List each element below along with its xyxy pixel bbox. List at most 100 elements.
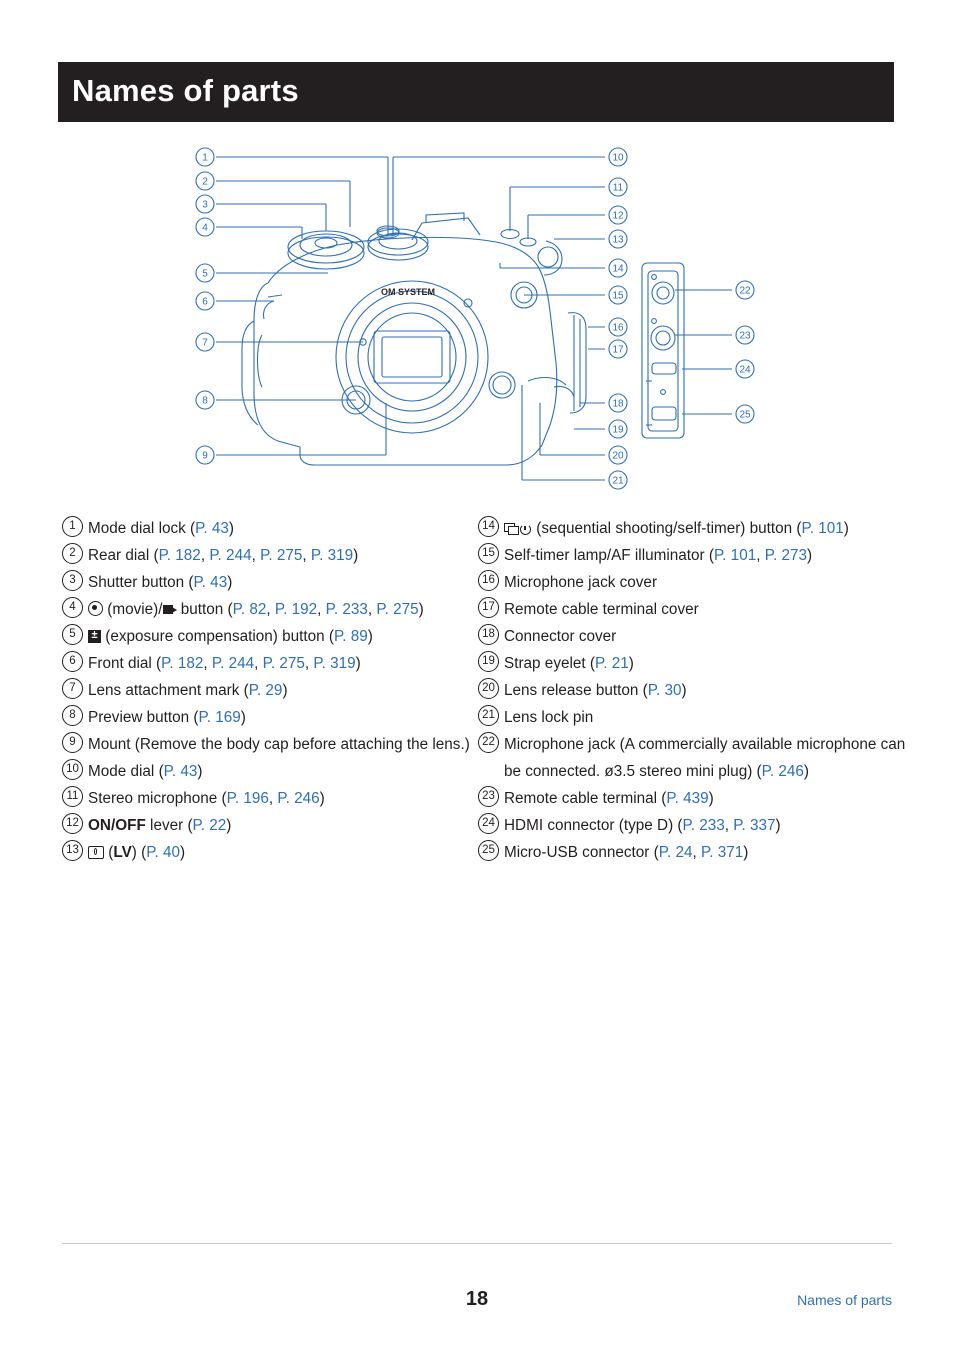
list-item: 24 HDMI connector (type D) (P. 233, P. 33…: [478, 812, 908, 839]
svg-text:7: 7: [202, 338, 208, 349]
svg-text:13: 13: [612, 235, 624, 246]
svg-text:OM SYSTEM: OM SYSTEM: [381, 287, 435, 297]
svg-text:3: 3: [202, 200, 208, 211]
callout-number: 12: [62, 813, 83, 834]
callout-number: 11: [62, 786, 83, 807]
list-item-text: Remote cable terminal cover: [504, 601, 699, 618]
callout-number: 25: [478, 840, 499, 861]
svg-text:23: 23: [739, 331, 751, 342]
callout-number: 22: [478, 732, 499, 753]
list-item: 20 Lens release button (P. 30): [478, 677, 908, 704]
list-item: 18 Connector cover: [478, 623, 908, 650]
list-item-text: Micro-USB connector (P. 24, P. 371): [504, 844, 749, 861]
list-item: 23 Remote cable terminal (P. 439): [478, 785, 908, 812]
list-item-text: Mount (Remove the body cap before attach…: [88, 736, 470, 753]
svg-text:2: 2: [202, 177, 208, 188]
list-item: 15 Self-timer lamp/AF illuminator (P. 101…: [478, 542, 908, 569]
svg-text:1: 1: [202, 153, 208, 164]
callout-group-panel: 22 23 24 25: [735, 280, 755, 424]
list-item: 12 ON/OFF lever (P. 22): [62, 812, 482, 839]
list-item: 2 Rear dial (P. 182, P. 244, P. 275, P. 3…: [62, 542, 482, 569]
callout-number: 9: [62, 732, 83, 753]
svg-text:18: 18: [612, 399, 624, 410]
list-item: 5 (exposure compensation) button (P. 89): [62, 623, 482, 650]
callout-number: 7: [62, 678, 83, 699]
list-item: 21 Lens lock pin: [478, 704, 908, 731]
callout-number: 10: [62, 759, 83, 780]
callout-number: 15: [478, 543, 499, 564]
callout-number: 13: [62, 840, 83, 861]
svg-text:9: 9: [202, 451, 208, 462]
list-item-text: Stereo microphone (P. 196, P. 246): [88, 790, 325, 807]
list-item-text: Lens release button (P. 30): [504, 682, 687, 699]
list-item-text: Lens lock pin: [504, 709, 594, 726]
callout-number: 21: [478, 705, 499, 726]
leader-lines-left: [216, 156, 389, 456]
page-title: Names of parts: [72, 73, 299, 108]
parts-list-right: 14 (sequential shooting/self-timer) butt…: [478, 515, 908, 866]
list-item: 8 Preview button (P. 169): [62, 704, 482, 731]
list-item-text: HDMI connector (type D) (P. 233, P. 337): [504, 817, 781, 834]
callout-number: 20: [478, 678, 499, 699]
list-item: 11 Stereo microphone (P. 196, P. 246): [62, 785, 482, 812]
svg-text:5: 5: [202, 269, 208, 280]
page: Names of parts .ln { fill:none; stroke:#…: [0, 0, 954, 1354]
callout-number: 16: [478, 570, 499, 591]
list-item-text: Self-timer lamp/AF illuminator (P. 101, …: [504, 547, 813, 564]
list-item-text: (LV) (P. 40): [88, 839, 482, 866]
callout-number: 14: [478, 516, 499, 537]
svg-text:11: 11: [613, 183, 624, 194]
camera-body-illustration: OM SYSTEM: [241, 212, 587, 466]
svg-text:17: 17: [612, 345, 624, 356]
callout-number: 5: [62, 624, 83, 645]
callout-group-left: 1 2 3 4 5 6 7 8 9: [195, 147, 215, 465]
callout-number: 8: [62, 705, 83, 726]
list-item: 10 Mode dial (P. 43): [62, 758, 482, 785]
list-item: 19 Strap eyelet (P. 21): [478, 650, 908, 677]
svg-text:4: 4: [202, 223, 208, 234]
list-item: 4 (movie)/ button (P. 82, P. 192, P. 233…: [62, 596, 482, 623]
svg-text:15: 15: [612, 291, 624, 302]
svg-text:24: 24: [739, 365, 751, 376]
list-item-text: Preview button (P. 169): [88, 709, 246, 726]
callout-number: 1: [62, 516, 83, 537]
list-item: 13 (LV) (P. 40): [62, 839, 482, 866]
list-item: 14 (sequential shooting/self-timer) butt…: [478, 515, 908, 542]
list-item: 6 Front dial (P. 182, P. 244, P. 275, P. …: [62, 650, 482, 677]
svg-text:21: 21: [612, 476, 624, 487]
list-item-text: Mode dial (P. 43): [88, 763, 203, 780]
svg-text:10: 10: [612, 153, 624, 164]
callout-number: 6: [62, 651, 83, 672]
callout-number: 24: [478, 813, 499, 834]
callout-number: 4: [62, 597, 83, 618]
footer-divider: [62, 1243, 892, 1244]
svg-text:20: 20: [612, 451, 624, 462]
list-item: 25 Micro-USB connector (P. 24, P. 371): [478, 839, 908, 866]
svg-text:16: 16: [612, 323, 624, 334]
callout-number: 17: [478, 597, 499, 618]
running-head: Names of parts: [797, 1292, 892, 1308]
list-item-text: ON/OFF lever (P. 22): [88, 817, 232, 834]
list-item-text: Microphone jack cover: [504, 574, 658, 591]
list-item-text: Remote cable terminal (P. 439): [504, 790, 714, 807]
svg-text:12: 12: [612, 211, 624, 222]
list-item-text: Front dial (P. 182, P. 244, P. 275, P. 3…: [88, 655, 361, 672]
callout-number: 18: [478, 624, 499, 645]
list-item: 22 Microphone jack (A commercially availa…: [478, 731, 908, 785]
camera-diagram: .ln { fill:none; stroke:#2d6fb5; stroke-…: [150, 135, 810, 505]
svg-text:19: 19: [612, 425, 624, 436]
list-item: 9 Mount (Remove the body cap before attac…: [62, 731, 482, 758]
list-item-text: (movie)/ button (P. 82, P. 192, P. 233, …: [88, 596, 482, 623]
callout-number: 23: [478, 786, 499, 807]
list-item-text: Rear dial (P. 182, P. 244, P. 275, P. 31…: [88, 547, 359, 564]
list-item: 17 Remote cable terminal cover: [478, 596, 908, 623]
list-item-text: Connector cover: [504, 628, 617, 645]
callout-number: 19: [478, 651, 499, 672]
list-item-text: (exposure compensation) button (P. 89): [88, 623, 482, 650]
list-item-text: Lens attachment mark (P. 29): [88, 682, 288, 699]
svg-text:14: 14: [612, 264, 624, 275]
callout-number: 2: [62, 543, 83, 564]
svg-text:6: 6: [202, 297, 208, 308]
list-item: 3 Shutter button (P. 43): [62, 569, 482, 596]
svg-text:25: 25: [739, 410, 751, 421]
